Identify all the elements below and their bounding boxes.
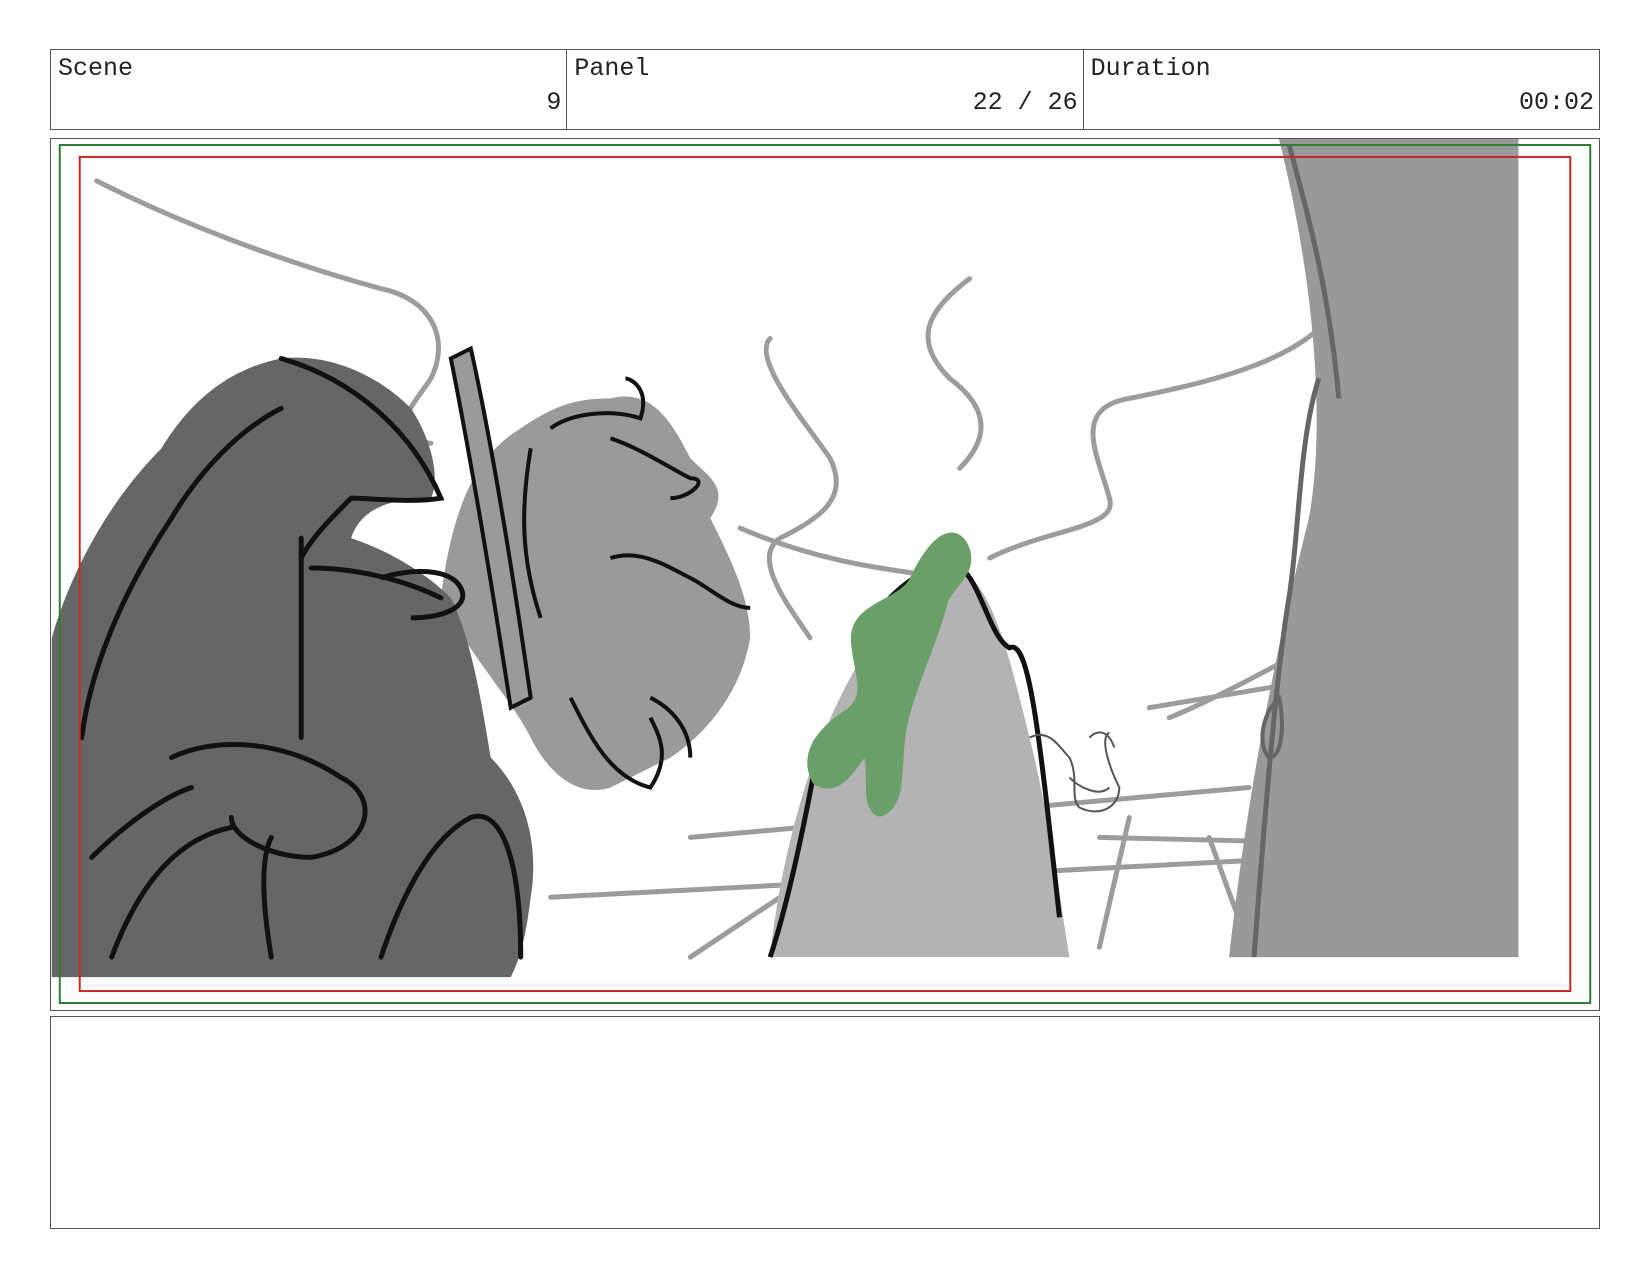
panel-label: Panel [574,54,650,83]
dark-creature-body [51,357,534,978]
duration-label: Duration [1090,54,1211,83]
duration-value: 00:02 [1518,88,1594,117]
scene-cell: Scene 9 [51,50,568,129]
duration-cell: Duration 00:02 [1084,50,1599,129]
notes-box[interactable] [50,1016,1600,1229]
scene-label: Scene [58,54,134,83]
scene-number: 9 [546,88,562,117]
panel-cell: Panel 22 / 26 [567,50,1084,129]
storyboard-frame [50,138,1600,1011]
panel-header: Scene 9 Panel 22 / 26 Duration 00:02 [50,49,1600,130]
right-cliff [1229,139,1519,958]
panel-number: 22 / 26 [972,88,1078,117]
storyboard-sketch [51,139,1592,1005]
